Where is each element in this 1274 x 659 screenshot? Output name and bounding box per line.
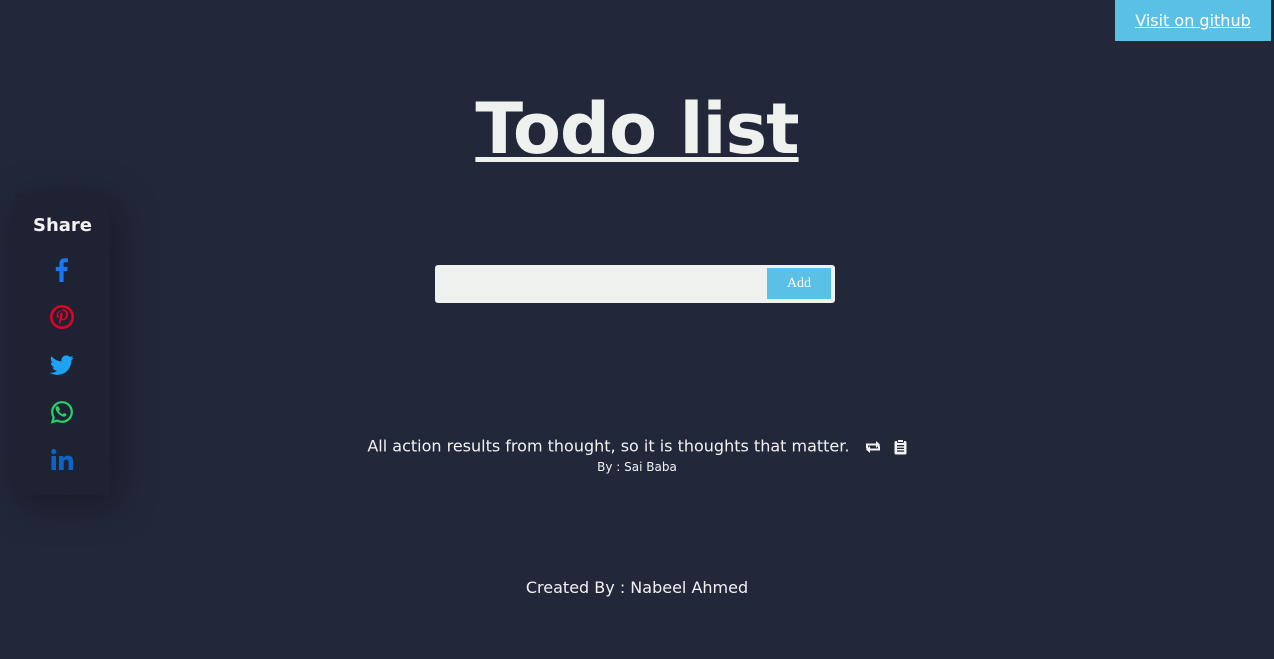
todo-input[interactable] [435, 265, 765, 303]
facebook-icon [55, 258, 68, 282]
pinterest-icon [50, 305, 74, 329]
page-title-text: Todo list [475, 88, 799, 170]
share-twitter-button[interactable] [50, 353, 74, 377]
refresh-icon [865, 440, 880, 453]
visit-github-button[interactable]: Visit on github [1115, 0, 1271, 41]
share-facebook-button[interactable] [50, 258, 74, 282]
footer-credit: Created By : Nabeel Ahmed [525, 578, 749, 597]
clipboard-icon [894, 438, 907, 454]
refresh-quote-button[interactable] [863, 439, 883, 455]
visit-github-label: Visit on github [1135, 11, 1251, 30]
quote-text: All action results from thought, so it i… [367, 436, 850, 456]
twitter-icon [50, 355, 74, 375]
copy-quote-button[interactable] [894, 438, 907, 455]
whatsapp-icon [50, 401, 73, 424]
add-button[interactable]: Add [767, 268, 831, 299]
share-whatsapp-button[interactable] [50, 400, 74, 424]
page-title: Todo list [0, 88, 1274, 170]
quote-row: All action results from thought, so it i… [0, 434, 1274, 459]
share-pinterest-button[interactable] [50, 305, 74, 329]
todo-form: Add [435, 265, 835, 303]
quote-author: By : Sai Baba [597, 460, 677, 474]
share-title: Share [32, 215, 92, 236]
